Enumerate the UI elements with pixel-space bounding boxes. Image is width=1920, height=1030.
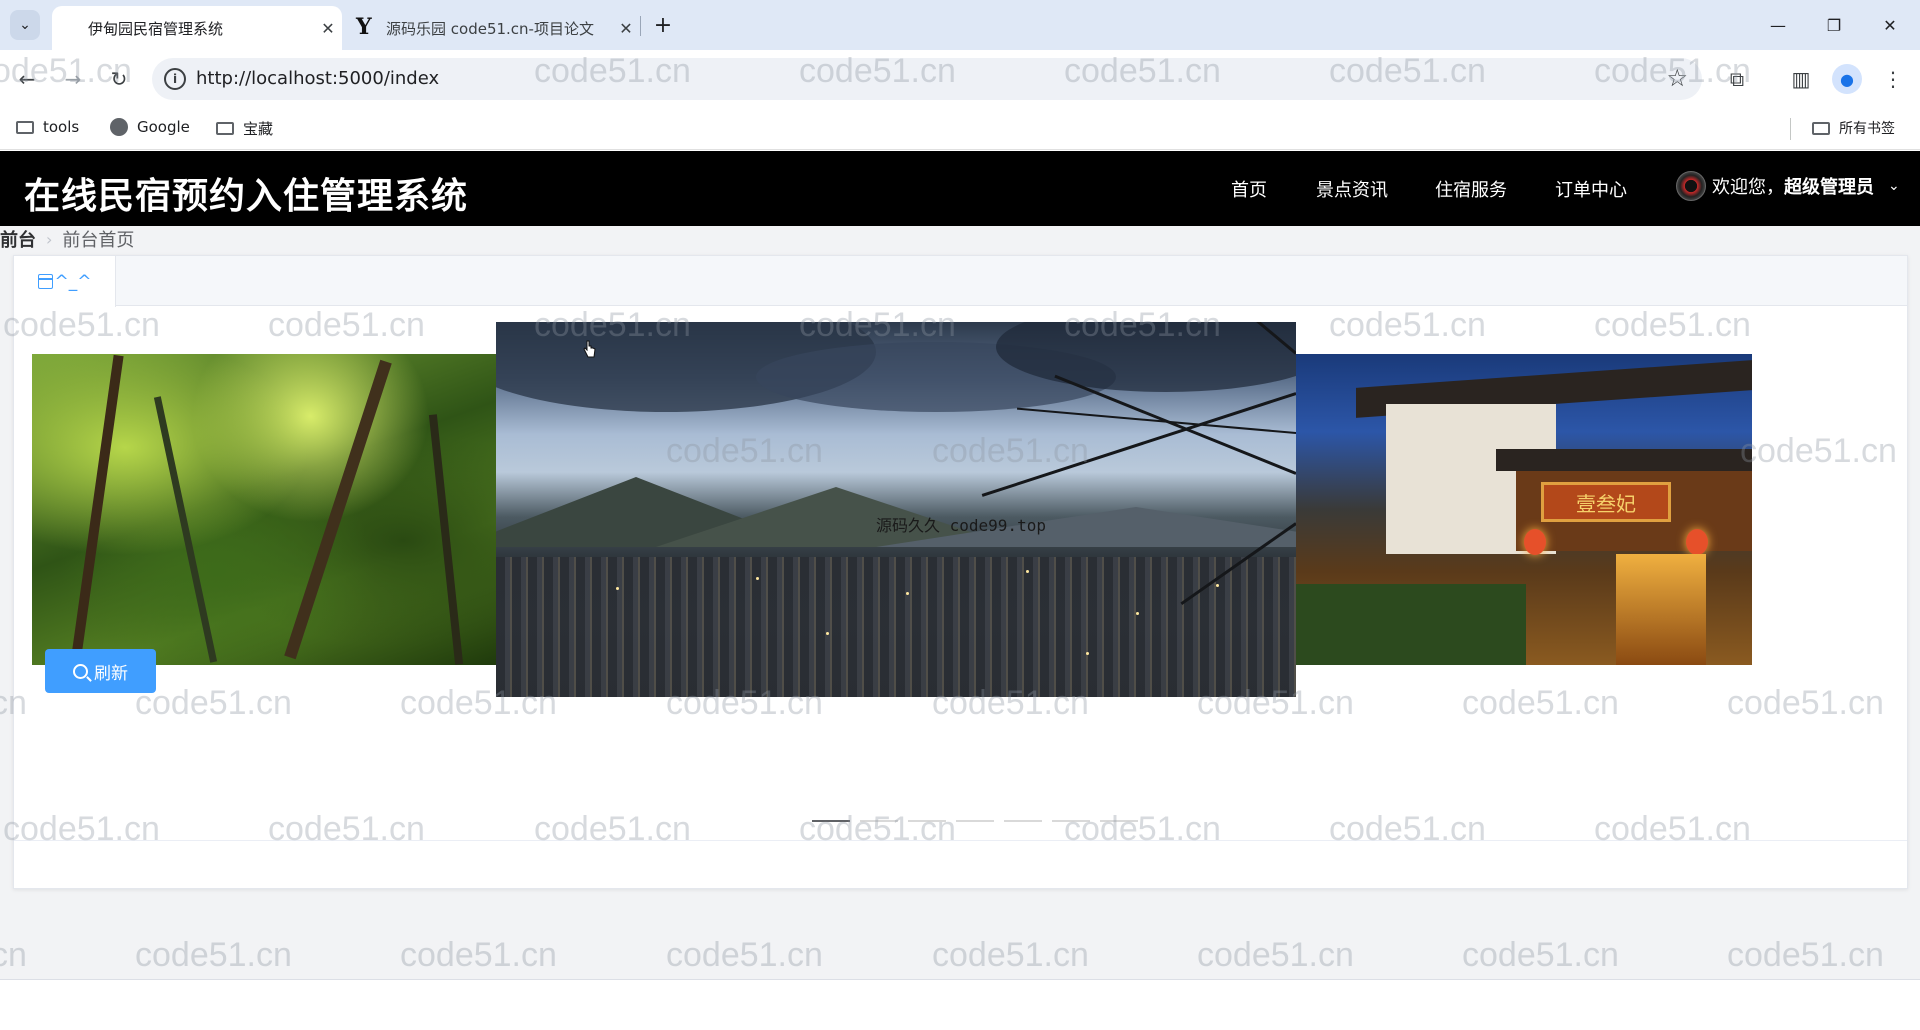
carousel-slide-forest[interactable] xyxy=(32,354,496,665)
tab-label: ^_^ xyxy=(54,271,92,292)
restore-button[interactable]: ❐ xyxy=(1806,0,1862,50)
reload-button[interactable]: ↻ xyxy=(104,64,134,94)
chevron-down-icon: ⌄ xyxy=(19,17,31,33)
carousel-indicator[interactable] xyxy=(956,820,994,822)
profile-icon[interactable]: ● xyxy=(1832,64,1862,94)
arrow-right-icon: → xyxy=(64,67,82,91)
forward-button[interactable]: → xyxy=(58,64,88,94)
tab-active[interactable]: 伊甸园民宿管理系统 ✕ xyxy=(52,6,342,50)
bookmark-label: 宝藏 xyxy=(243,120,274,138)
carousel-slide-town[interactable]: 源码久久 code99.top xyxy=(496,322,1296,697)
site-header: 在线民宿预约入住管理系统 首页 景点资讯 住宿服务 订单中心 欢迎您， 超级管理… xyxy=(0,151,1920,226)
all-bookmarks-label: 所有书签 xyxy=(1839,121,1895,137)
close-icon: ✕ xyxy=(1883,15,1897,35)
bookmark-google[interactable]: Google xyxy=(110,118,190,136)
calendar-icon xyxy=(37,274,53,289)
breadcrumb: 前台 › 前台首页 xyxy=(0,226,134,252)
bookmark-label: tools xyxy=(43,118,80,136)
user-name: 超级管理员 xyxy=(1784,177,1874,198)
close-icon[interactable]: ✕ xyxy=(612,19,640,38)
address-input[interactable]: i http://localhost:5000/index ☆ xyxy=(152,58,1702,100)
site-favicon-icon: Y xyxy=(356,14,372,40)
user-menu[interactable]: 欢迎您， 超级管理员 ⌄ xyxy=(1676,171,1900,201)
tab-title: 源码乐园 code51.cn-项目论文 xyxy=(386,19,594,38)
back-button[interactable]: ← xyxy=(12,64,42,94)
bookmarks-bar: tools Google 宝藏 所有书签 xyxy=(0,108,1920,150)
chevron-right-icon: › xyxy=(46,229,53,249)
carousel-indicator[interactable] xyxy=(812,820,850,822)
breadcrumb-item-front[interactable]: 前台 xyxy=(0,226,36,252)
nav-home[interactable]: 首页 xyxy=(1231,176,1267,202)
page: 在线民宿预约入住管理系统 首页 景点资讯 住宿服务 订单中心 欢迎您， 超级管理… xyxy=(0,151,1920,1030)
sidebar-icon[interactable]: ▥ xyxy=(1786,64,1816,94)
hand-cursor-icon xyxy=(583,340,596,358)
extensions-icon[interactable]: ⧉ xyxy=(1722,64,1752,94)
breadcrumb-item-home: 前台首页 xyxy=(62,230,135,251)
bookmark-separator xyxy=(1790,118,1791,140)
content-card: ^_^ 源码久久 code99.top 壹叁妃 刷新 xyxy=(13,255,1908,889)
tab-inactive[interactable]: 源码乐园 code51.cn-项目论文 ✕ xyxy=(350,6,640,50)
chevron-down-icon: ⌄ xyxy=(1888,178,1900,194)
nav-attractions[interactable]: 景点资讯 xyxy=(1316,176,1388,202)
carousel-slide-inn[interactable]: 壹叁妃 xyxy=(1296,354,1752,665)
footer xyxy=(0,980,1920,1030)
welcome-text: 欢迎您， xyxy=(1712,177,1784,198)
arrow-left-icon: ← xyxy=(18,67,36,91)
tab-title: 伊甸园民宿管理系统 xyxy=(88,19,224,38)
search-icon xyxy=(73,663,88,679)
avatar xyxy=(1676,171,1706,201)
refresh-label: 刷新 xyxy=(94,663,128,684)
carousel-indicator[interactable] xyxy=(860,820,898,822)
nav-orders[interactable]: 订单中心 xyxy=(1555,176,1627,202)
tab-separator xyxy=(640,16,641,36)
url-text: http://localhost:5000/index xyxy=(196,68,440,89)
town-rooftops xyxy=(496,557,1296,697)
divider xyxy=(14,840,1907,841)
plus-icon: + xyxy=(653,12,673,38)
carousel-indicator[interactable] xyxy=(1052,820,1090,822)
folder-icon xyxy=(1812,121,1830,135)
image-carousel[interactable]: 源码久久 code99.top 壹叁妃 xyxy=(32,322,1892,722)
address-bar-row: ← → ↻ i http://localhost:5000/index ☆ ⧉ … xyxy=(0,50,1920,108)
more-menu-icon[interactable]: ⋮ xyxy=(1878,64,1908,94)
browser-tab-bar: ⌄ 伊甸园民宿管理系统 ✕ 源码乐园 code51.cn-项目论文 ✕ Y + … xyxy=(0,0,1920,50)
site-info-icon[interactable]: i xyxy=(164,68,186,90)
bookmark-treasure[interactable]: 宝藏 xyxy=(216,118,273,139)
folder-icon xyxy=(16,120,34,134)
tab-home[interactable]: ^_^ xyxy=(14,256,116,307)
minimize-button[interactable]: — xyxy=(1750,0,1806,50)
reload-icon: ↻ xyxy=(110,67,128,91)
bookmark-label: Google xyxy=(137,118,190,136)
globe-icon xyxy=(110,118,128,136)
minimize-icon: — xyxy=(1770,15,1786,35)
refresh-button[interactable]: 刷新 xyxy=(45,649,156,693)
carousel-indicator[interactable] xyxy=(1004,820,1042,822)
carousel-indicator[interactable] xyxy=(1100,820,1138,822)
site-title: 在线民宿预约入住管理系统 xyxy=(24,176,469,217)
carousel-indicators xyxy=(812,820,1138,822)
tab-search-button[interactable]: ⌄ xyxy=(10,10,40,40)
nav-lodging[interactable]: 住宿服务 xyxy=(1435,176,1507,202)
inn-sign: 壹叁妃 xyxy=(1541,482,1671,522)
slide-caption: 源码久久 code99.top xyxy=(876,516,1046,535)
carousel-indicator[interactable] xyxy=(908,820,946,822)
inn-door xyxy=(1616,554,1706,665)
restore-icon: ❐ xyxy=(1826,15,1842,35)
star-icon[interactable]: ☆ xyxy=(1666,64,1688,92)
all-bookmarks[interactable]: 所有书签 xyxy=(1812,118,1895,138)
new-tab-button[interactable]: + xyxy=(648,10,678,40)
tabs-header: ^_^ xyxy=(14,256,1907,307)
bookmark-tools[interactable]: tools xyxy=(16,118,79,136)
close-icon[interactable]: ✕ xyxy=(314,19,342,38)
close-window-button[interactable]: ✕ xyxy=(1862,0,1918,50)
folder-icon xyxy=(216,122,234,135)
